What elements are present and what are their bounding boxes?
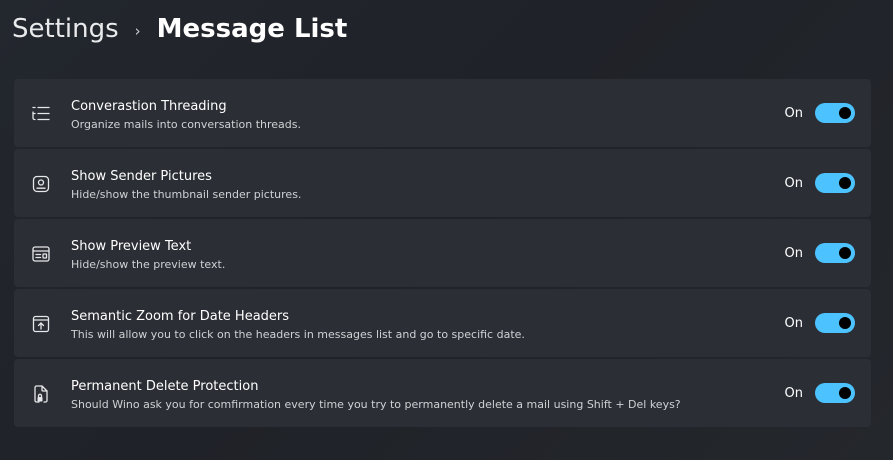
setting-description: Hide/show the thumbnail sender pictures. xyxy=(71,188,302,201)
breadcrumb-separator-icon: › xyxy=(134,22,141,40)
contact-picture-icon xyxy=(30,173,52,195)
setting-text: Show Sender Pictures Hide/show the thumb… xyxy=(71,168,751,203)
toggle-state-label: On xyxy=(784,106,803,121)
toggle-knob xyxy=(839,177,851,189)
zoom-to-date-icon xyxy=(30,313,52,335)
document-lock-icon xyxy=(30,383,52,405)
setting-card-permanent-delete-protection: Permanent Delete Protection Should Wino … xyxy=(14,359,871,427)
setting-title: Show Preview Text xyxy=(71,239,192,254)
preview-window-icon xyxy=(30,243,52,265)
breadcrumb-settings-link[interactable]: Settings xyxy=(12,14,119,44)
setting-title: Semantic Zoom for Date Headers xyxy=(71,309,290,324)
show-preview-text-toggle[interactable] xyxy=(815,243,855,263)
permanent-delete-protection-toggle[interactable] xyxy=(815,383,855,403)
show-sender-pictures-toggle[interactable] xyxy=(815,173,855,193)
setting-title: Converastion Threading xyxy=(71,99,227,114)
setting-title: Permanent Delete Protection xyxy=(71,379,259,394)
toggle-knob xyxy=(839,107,851,119)
page-title: Message List xyxy=(156,14,348,44)
setting-description: Hide/show the preview text. xyxy=(71,258,226,271)
breadcrumb: Settings › Message List xyxy=(12,10,347,48)
setting-title: Show Sender Pictures xyxy=(71,169,212,184)
setting-card-conversation-threading: Converastion Threading Organize mails in… xyxy=(14,79,871,147)
conversation-threading-toggle[interactable] xyxy=(815,103,855,123)
toggle-state-label: On xyxy=(784,386,803,401)
setting-text: Semantic Zoom for Date Headers This will… xyxy=(71,308,751,343)
setting-description: This will allow you to click on the head… xyxy=(71,328,525,341)
toggle-state-label: On xyxy=(784,246,803,261)
setting-card-show-preview-text: Show Preview Text Hide/show the preview … xyxy=(14,219,871,287)
list-threading-icon xyxy=(30,103,52,125)
toggle-state-label: On xyxy=(784,316,803,331)
setting-text: Converastion Threading Organize mails in… xyxy=(71,98,751,133)
setting-text: Show Preview Text Hide/show the preview … xyxy=(71,238,751,273)
setting-description: Should Wino ask you for comfirmation eve… xyxy=(71,398,681,411)
setting-text: Permanent Delete Protection Should Wino … xyxy=(71,378,751,413)
toggle-state-label: On xyxy=(784,176,803,191)
settings-list: Converastion Threading Organize mails in… xyxy=(14,79,871,429)
setting-description: Organize mails into conversation threads… xyxy=(71,118,302,131)
semantic-zoom-toggle[interactable] xyxy=(815,313,855,333)
setting-card-show-sender-pictures: Show Sender Pictures Hide/show the thumb… xyxy=(14,149,871,217)
toggle-knob xyxy=(839,317,851,329)
toggle-knob xyxy=(839,387,851,399)
toggle-knob xyxy=(839,247,851,259)
setting-card-semantic-zoom: Semantic Zoom for Date Headers This will… xyxy=(14,289,871,357)
